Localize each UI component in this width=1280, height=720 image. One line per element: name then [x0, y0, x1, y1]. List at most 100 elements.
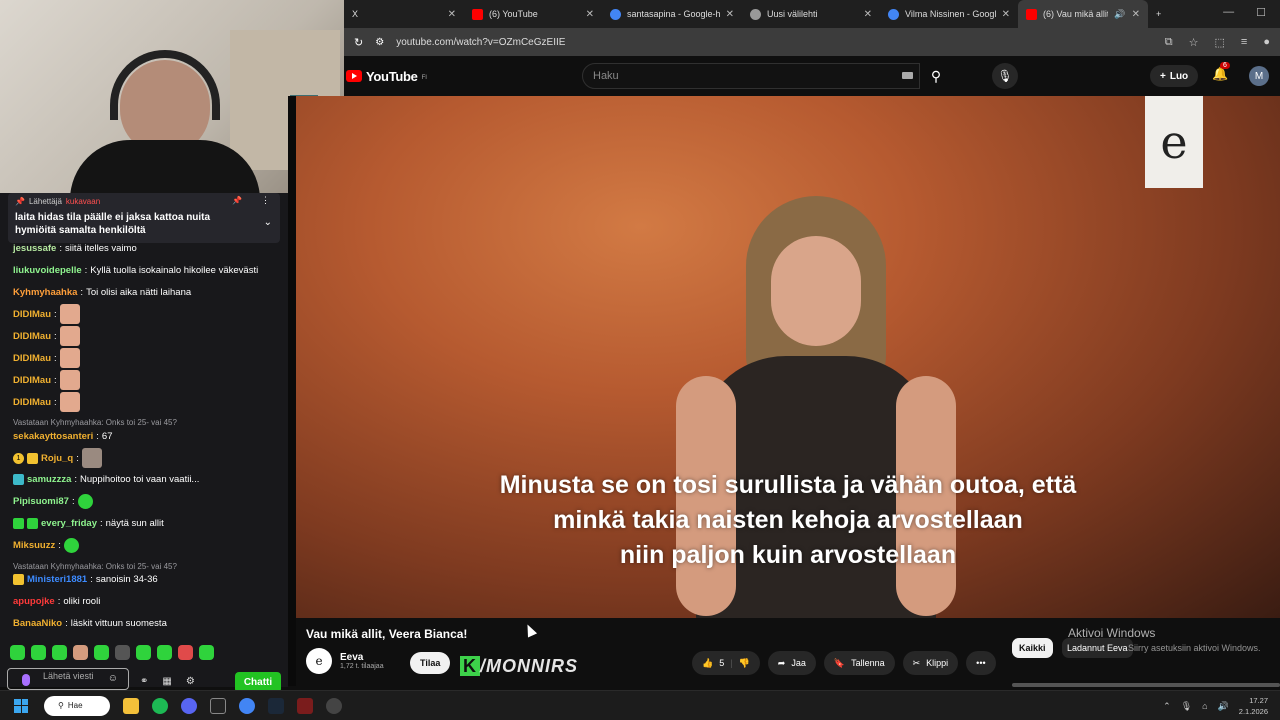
tab-new-tab[interactable]: Uusi välilehti ✕: [742, 0, 880, 28]
chat-username[interactable]: jesussafe: [13, 243, 56, 254]
notifications-button[interactable]: 🔔 6: [1212, 62, 1230, 82]
windows-start-icon[interactable]: [14, 698, 28, 713]
tab-close-icon[interactable]: ✕: [1002, 9, 1010, 20]
voice-search-button[interactable]: 🎙: [992, 63, 1018, 89]
microphone-icon[interactable]: 🎙: [1181, 701, 1192, 712]
emote-icon[interactable]: [178, 645, 193, 660]
emote-icon[interactable]: [157, 645, 172, 660]
chat-username[interactable]: apupojke: [13, 596, 55, 607]
gift-icon[interactable]: ▦: [162, 676, 171, 687]
channel-name[interactable]: Eeva: [340, 652, 384, 663]
channel-avatar[interactable]: e: [306, 648, 332, 674]
subscribe-button[interactable]: Tilaa: [410, 652, 451, 674]
extensions-icon[interactable]: ⬚: [1215, 36, 1225, 49]
like-button[interactable]: 👍 5 | 👎: [692, 651, 760, 675]
emote-icon[interactable]: [199, 645, 214, 660]
save-button[interactable]: 🔖 Tallenna: [823, 651, 895, 675]
pinned-sender[interactable]: kukavaan: [66, 197, 100, 206]
chat-username[interactable]: Miksuuzz: [13, 540, 55, 551]
url-field[interactable]: youtube.com/watch?v=OZmCeGzEIIE: [396, 37, 565, 48]
chat-username[interactable]: liukuvoidepelle: [13, 265, 82, 276]
thumbs-down-icon[interactable]: 👎: [739, 658, 750, 669]
bits-icon[interactable]: [22, 674, 30, 686]
chat-username[interactable]: Ministeri1881: [27, 574, 87, 585]
more-actions-button[interactable]: •••: [966, 651, 996, 675]
keyboard-icon[interactable]: [902, 72, 913, 79]
x-app-icon[interactable]: [210, 697, 226, 714]
maximize-icon[interactable]: ☐: [1256, 6, 1266, 19]
volume-icon[interactable]: 🔊: [1218, 701, 1229, 712]
chat-text: sanoisin 34-36: [95, 574, 158, 585]
chat-text: 67: [101, 431, 113, 442]
tab-close-icon[interactable]: ✕: [726, 9, 734, 20]
chrome-icon[interactable]: [239, 697, 255, 714]
profile-icon[interactable]: ●: [1263, 36, 1270, 49]
chat-username[interactable]: BanaaNiko: [13, 618, 62, 629]
obs-icon[interactable]: [326, 697, 342, 714]
filter-chip-uploader[interactable]: Ladannut Eeva: [1062, 638, 1133, 658]
tab-x[interactable]: X ✕: [344, 0, 464, 28]
more-options-icon[interactable]: ⋮: [261, 195, 270, 206]
file-explorer-icon[interactable]: [123, 697, 139, 714]
steam-icon[interactable]: [268, 697, 284, 714]
taskbar-clock[interactable]: 17.27 2.1.2026: [1239, 695, 1268, 717]
create-button[interactable]: + Luo: [1150, 65, 1199, 87]
reload-icon[interactable]: ↻: [354, 36, 363, 49]
chat-username[interactable]: samuzzza: [27, 474, 71, 485]
search-icon: ⚲: [930, 67, 942, 84]
chat-username[interactable]: DIDIMau: [13, 331, 51, 342]
chat-username[interactable]: every_friday: [41, 518, 97, 529]
taskbar-search[interactable]: ⚲ Hae: [44, 695, 110, 716]
chevron-down-icon[interactable]: ⌄: [264, 217, 272, 228]
clip-button[interactable]: ✂ Klippi: [902, 651, 959, 675]
emote-icon[interactable]: [115, 645, 130, 660]
emote-icon[interactable]: [52, 645, 67, 660]
filter-chip-all[interactable]: Kaikki: [1012, 638, 1053, 658]
chat-username[interactable]: DIDIMau: [13, 375, 51, 386]
tab-google-search-santasapina[interactable]: santasapina - Google-haku ✕: [602, 0, 742, 28]
tab-active-video[interactable]: (6) Vau mikä allit, Veera 🔊 ✕: [1018, 0, 1148, 28]
recommendation-thumbnail[interactable]: [1012, 683, 1280, 687]
install-app-icon[interactable]: ⧉: [1165, 36, 1173, 49]
emote-icon[interactable]: [73, 645, 88, 660]
emote-icon[interactable]: [136, 645, 151, 660]
chat-username[interactable]: DIDIMau: [13, 397, 51, 408]
account-avatar[interactable]: M: [1249, 66, 1269, 86]
new-tab-button[interactable]: +: [1148, 0, 1169, 28]
emote-icon[interactable]: [31, 645, 46, 660]
tab-youtube[interactable]: (6) YouTube ✕: [464, 0, 602, 28]
spotify-icon[interactable]: [152, 697, 168, 714]
media-control-icon[interactable]: ≡: [1241, 36, 1247, 49]
tab-close-icon[interactable]: ✕: [448, 9, 456, 20]
chevron-up-icon[interactable]: ⌃: [1163, 701, 1171, 712]
tab-close-icon[interactable]: ✕: [864, 9, 872, 20]
tab-close-icon[interactable]: ✕: [586, 9, 594, 20]
minimize-icon[interactable]: —: [1223, 6, 1234, 19]
discord-icon[interactable]: [181, 697, 197, 714]
search-button[interactable]: ⚲: [920, 63, 952, 89]
speaker-icon[interactable]: 🔊: [1114, 9, 1125, 20]
emoji-icon[interactable]: ☺: [108, 674, 118, 684]
tab-close-icon[interactable]: ✕: [1132, 9, 1140, 20]
site-info-icon[interactable]: ⚙: [375, 37, 384, 48]
emote-icon[interactable]: [10, 645, 25, 660]
chat-username[interactable]: Pipisuomi87: [13, 496, 69, 507]
bookmark-star-icon[interactable]: ☆: [1189, 36, 1199, 49]
video-player[interactable]: e Minusta se on tosi surullista ja vähän…: [296, 96, 1280, 618]
youtube-logo[interactable]: YouTube FI: [346, 69, 427, 84]
channel-points-icon[interactable]: ⚭: [140, 676, 148, 687]
settings-gear-icon[interactable]: ⚙: [186, 676, 195, 687]
tab-google-search-vilma[interactable]: Vilma Nissinen - Google-haku ✕: [880, 0, 1018, 28]
share-button[interactable]: ➦ Jaa: [767, 651, 816, 675]
chat-username[interactable]: Roju_q: [41, 453, 73, 464]
chat-username[interactable]: sekakayttosanteri: [13, 431, 93, 442]
chat-input[interactable]: Lähetä viesti ☺: [7, 668, 129, 690]
search-input[interactable]: Haku: [582, 63, 920, 89]
network-icon[interactable]: ⌂: [1202, 701, 1207, 711]
chat-username[interactable]: DIDIMau: [13, 309, 51, 320]
pin-icon[interactable]: 📌: [232, 196, 242, 205]
chat-username[interactable]: Kyhmyhaahka: [13, 287, 77, 298]
chat-username[interactable]: DIDIMau: [13, 353, 51, 364]
app-icon[interactable]: [297, 697, 313, 714]
emote-icon[interactable]: [94, 645, 109, 660]
